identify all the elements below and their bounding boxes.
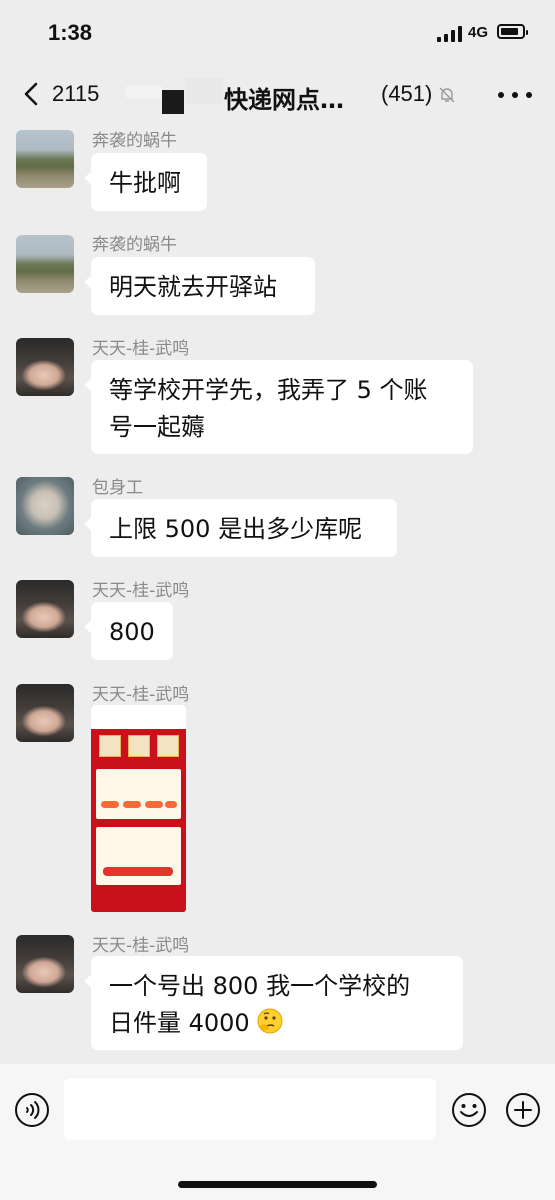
more-dots-icon[interactable] — [498, 92, 532, 100]
network-label: 4G — [468, 24, 489, 41]
group-title[interactable]: 快递网点… — [224, 80, 344, 115]
landscape-avatar[interactable] — [16, 130, 74, 188]
bell-slash-icon — [438, 86, 456, 104]
chevron-left-icon[interactable] — [18, 80, 46, 108]
sender-name: 奔袭的蜗牛 — [92, 131, 177, 151]
message-bubble[interactable]: 牛批啊 — [84, 153, 207, 211]
redaction-mark — [162, 90, 184, 114]
message-text: 号一起薅 — [109, 413, 205, 441]
cat-avatar[interactable] — [16, 935, 74, 993]
message-bubble[interactable]: 800 — [84, 602, 173, 660]
message-bubble[interactable]: 等学校开学先，我弄了 5 个账 号一起薅 — [84, 360, 473, 454]
message-bubble[interactable]: 明天就去开驿站 — [84, 257, 315, 315]
message-text: 日件量 4000 — [109, 1009, 250, 1037]
signal-icon — [437, 26, 463, 42]
plus-icon[interactable] — [505, 1092, 541, 1128]
sender-name: 天天-桂-武鸣 — [92, 581, 190, 601]
message-input[interactable] — [64, 1078, 436, 1140]
smiley-icon[interactable] — [451, 1092, 487, 1128]
message-text: 等学校开学先，我弄了 5 个账 — [109, 376, 428, 404]
status-time: 1:38 — [48, 20, 93, 45]
member-count: (451) — [381, 81, 433, 106]
sender-name: 包身工 — [92, 478, 143, 498]
status-bar: 1:38 4G — [0, 0, 555, 64]
sender-name: 天天-桂-武鸣 — [92, 339, 190, 359]
kratos-avatar[interactable] — [16, 477, 74, 535]
redaction-mark — [186, 78, 222, 104]
message-text: 牛批啊 — [109, 169, 181, 197]
message-text: 800 — [109, 618, 155, 646]
message-text: 上限 500 是出多少库呢 — [109, 515, 363, 543]
home-indicator — [178, 1181, 377, 1188]
message-bubble[interactable]: 一个号出 800 我一个学校的 日件量 4000 — [84, 956, 463, 1050]
battery-icon — [497, 24, 528, 39]
app-screenshot-thumbnail[interactable] — [91, 705, 186, 912]
voice-icon[interactable] — [14, 1092, 50, 1128]
landscape-avatar[interactable] — [16, 235, 74, 293]
message-text: 一个号出 800 我一个学校的 — [109, 972, 411, 1000]
redaction-mark — [126, 86, 162, 98]
message-bubble[interactable]: 上限 500 是出多少库呢 — [84, 499, 397, 557]
sender-name: 奔袭的蜗牛 — [92, 235, 177, 255]
cat-avatar[interactable] — [16, 684, 74, 742]
sender-name: 天天-桂-武鸣 — [92, 936, 190, 956]
input-bar — [0, 1064, 555, 1200]
cat-avatar[interactable] — [16, 580, 74, 638]
back-unread-count[interactable]: 2115 — [52, 81, 99, 107]
thinking-face-emoji — [256, 1007, 284, 1046]
sender-name: 天天-桂-武鸣 — [92, 685, 190, 705]
cat-avatar[interactable] — [16, 338, 74, 396]
chat-header: 2115 快递网点… (451) — [0, 64, 555, 124]
message-text: 明天就去开驿站 — [109, 273, 277, 301]
